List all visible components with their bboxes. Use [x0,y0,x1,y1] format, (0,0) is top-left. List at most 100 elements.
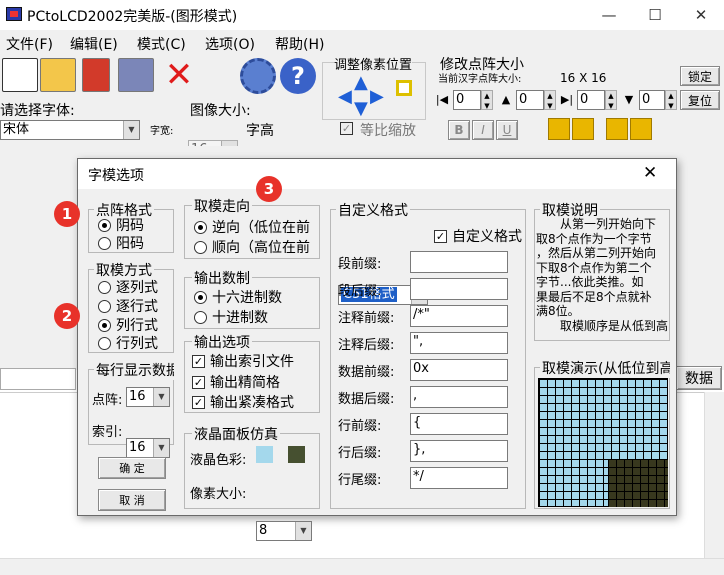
custom-field-input[interactable] [410,251,508,273]
radio-row-wise[interactable]: 逐行式 [98,296,158,316]
custom-field-input[interactable] [410,278,508,300]
settings-gear-icon[interactable] [240,58,276,94]
menu-file[interactable]: 文件(F) [6,34,53,54]
underline-button[interactable]: U [496,120,518,140]
save-as-icon[interactable] [118,58,154,92]
input-field-bg[interactable] [0,368,76,390]
maximize-button[interactable]: ☐ [632,0,678,30]
chevron-down-icon: ▼ [295,522,311,540]
new-file-icon[interactable] [2,58,38,92]
italic-button[interactable]: I [472,120,494,140]
custom-field-input[interactable]: { [410,413,508,435]
dot-per-line-value: 16 [129,389,146,404]
rotate-right-icon[interactable] [572,118,594,140]
bottom-edge-icon: ▼ [624,93,634,106]
custom-format-checkbox[interactable]: ✓ 自定义格式 [434,226,526,246]
annotation-badge-2: 2 [54,303,80,329]
move-down-icon[interactable]: ▼ [354,98,368,119]
move-right-icon[interactable]: ▶ [370,86,384,107]
bottom-edge-input[interactable]: 0 [639,90,665,110]
bold-button[interactable]: B [448,120,470,140]
close-button[interactable]: ✕ [678,0,724,30]
output-options-title: 输出选项 [192,332,252,352]
char-height-label: 字高 [246,123,274,139]
vertical-scrollbar[interactable] [704,392,724,560]
radio-positive-code[interactable]: 阳码 [98,233,144,253]
open-folder-icon[interactable] [40,58,76,92]
move-left-icon[interactable]: ◀ [338,86,352,107]
bottom-edge-spinner[interactable]: ▲ ▼ [665,90,677,110]
radio-column-wise[interactable]: 逐列式 [98,277,158,297]
lcd-sim-title: 液晶面板仿真 [192,424,280,444]
font-select[interactable]: 宋体 ▼ [0,120,140,140]
left-edge-spinner[interactable]: ▲ ▼ [481,90,493,110]
checkbox-tight[interactable]: ✓ 输出紧凑格式 [192,392,320,412]
radio-reverse[interactable]: 逆向（低位在前 [194,217,320,237]
custom-field-input[interactable]: ", [410,332,508,354]
app-icon [6,7,22,21]
top-edge-spinner[interactable]: ▲ ▼ [544,90,556,110]
top-edge-icon: ▲ [501,93,511,106]
radio-circle [98,318,111,332]
help-icon[interactable]: ? [280,58,316,94]
explain-line: 满8位。 [536,304,580,318]
number-system-title: 输出数制 [192,268,252,288]
right-edge-spinner[interactable]: ▲ ▼ [605,90,617,110]
custom-field-input[interactable]: /*" [410,305,508,327]
checkbox-index-file[interactable]: ✓ 输出索引文件 [192,351,320,371]
ok-button[interactable]: 确 定 [98,457,166,479]
index-per-line-select[interactable]: 16 ▼ [126,438,170,458]
dialog-close-button[interactable]: ✕ [643,163,657,183]
pixel-size-select[interactable]: 8 ▼ [256,521,312,541]
option-label: 输出索引文件 [210,354,294,370]
horizontal-scrollbar[interactable] [0,558,724,575]
right-edge-input[interactable]: 0 [577,90,605,110]
radio-circle [98,336,111,350]
menu-options[interactable]: 选项(O) [205,34,255,54]
cancel-button[interactable]: 取 消 [98,489,166,511]
pixel-size-value: 8 [259,523,268,538]
dot-per-line-select[interactable]: 16 ▼ [126,387,170,407]
custom-field-label: 数据前缀: [338,365,395,380]
radio-column-row[interactable]: 列行式 [98,315,158,335]
menu-help[interactable]: 帮助(H) [275,34,324,54]
rotate-left-icon[interactable] [548,118,570,140]
lcd-screen-color-swatch[interactable] [256,446,273,463]
dialog-title: 字模选项 [88,168,144,184]
menu-edit[interactable]: 编辑(E) [70,34,118,54]
adjust-label: 调整像素位置 [334,54,413,73]
generate-data-button[interactable]: 数据 [676,366,722,390]
lock-button[interactable]: 锁定 [680,66,720,86]
radio-forward[interactable]: 顺向（高位在前 [194,237,320,257]
current-size-value: 16 X 16 [560,71,607,85]
lcd-dot-color-swatch[interactable] [288,446,305,463]
custom-field-label: 注释前缀: [338,311,395,326]
option-label: 顺向（高位在前 [212,240,310,256]
checkbox-compact[interactable]: ✓ 输出精简格 [192,372,320,392]
radio-row-column[interactable]: 行列式 [98,333,158,353]
custom-field-input[interactable]: 0x [410,359,508,381]
custom-field-input[interactable]: }, [410,440,508,462]
radio-negative-code[interactable]: 阴码 [98,215,144,235]
move-up-icon[interactable]: ▲ [354,72,368,93]
radio-circle [98,280,111,294]
current-size-label: 当前汉字点阵大小: [438,74,522,85]
radio-hex[interactable]: 十六进制数 [194,287,282,307]
minimize-button[interactable]: — [586,0,632,30]
top-edge-input[interactable]: 0 [516,90,544,110]
delete-icon[interactable]: ✕ [162,55,196,95]
flip-vertical-icon[interactable] [630,118,652,140]
custom-field-label: 段后缀: [338,284,382,299]
radio-circle [194,290,207,304]
radio-decimal[interactable]: 十进制数 [194,307,268,327]
reset-button[interactable]: 复位 [680,90,720,110]
custom-field-label: 段前缀: [338,257,382,272]
menu-mode[interactable]: 模式(C) [137,34,186,54]
save-disk-icon[interactable] [82,58,110,92]
ratio-checkbox[interactable]: ✓ [340,122,353,135]
center-icon[interactable] [396,80,412,96]
custom-field-input[interactable]: , [410,386,508,408]
flip-horizontal-icon[interactable] [606,118,628,140]
custom-field-input[interactable]: */ [410,467,508,489]
left-edge-input[interactable]: 0 [453,90,481,110]
